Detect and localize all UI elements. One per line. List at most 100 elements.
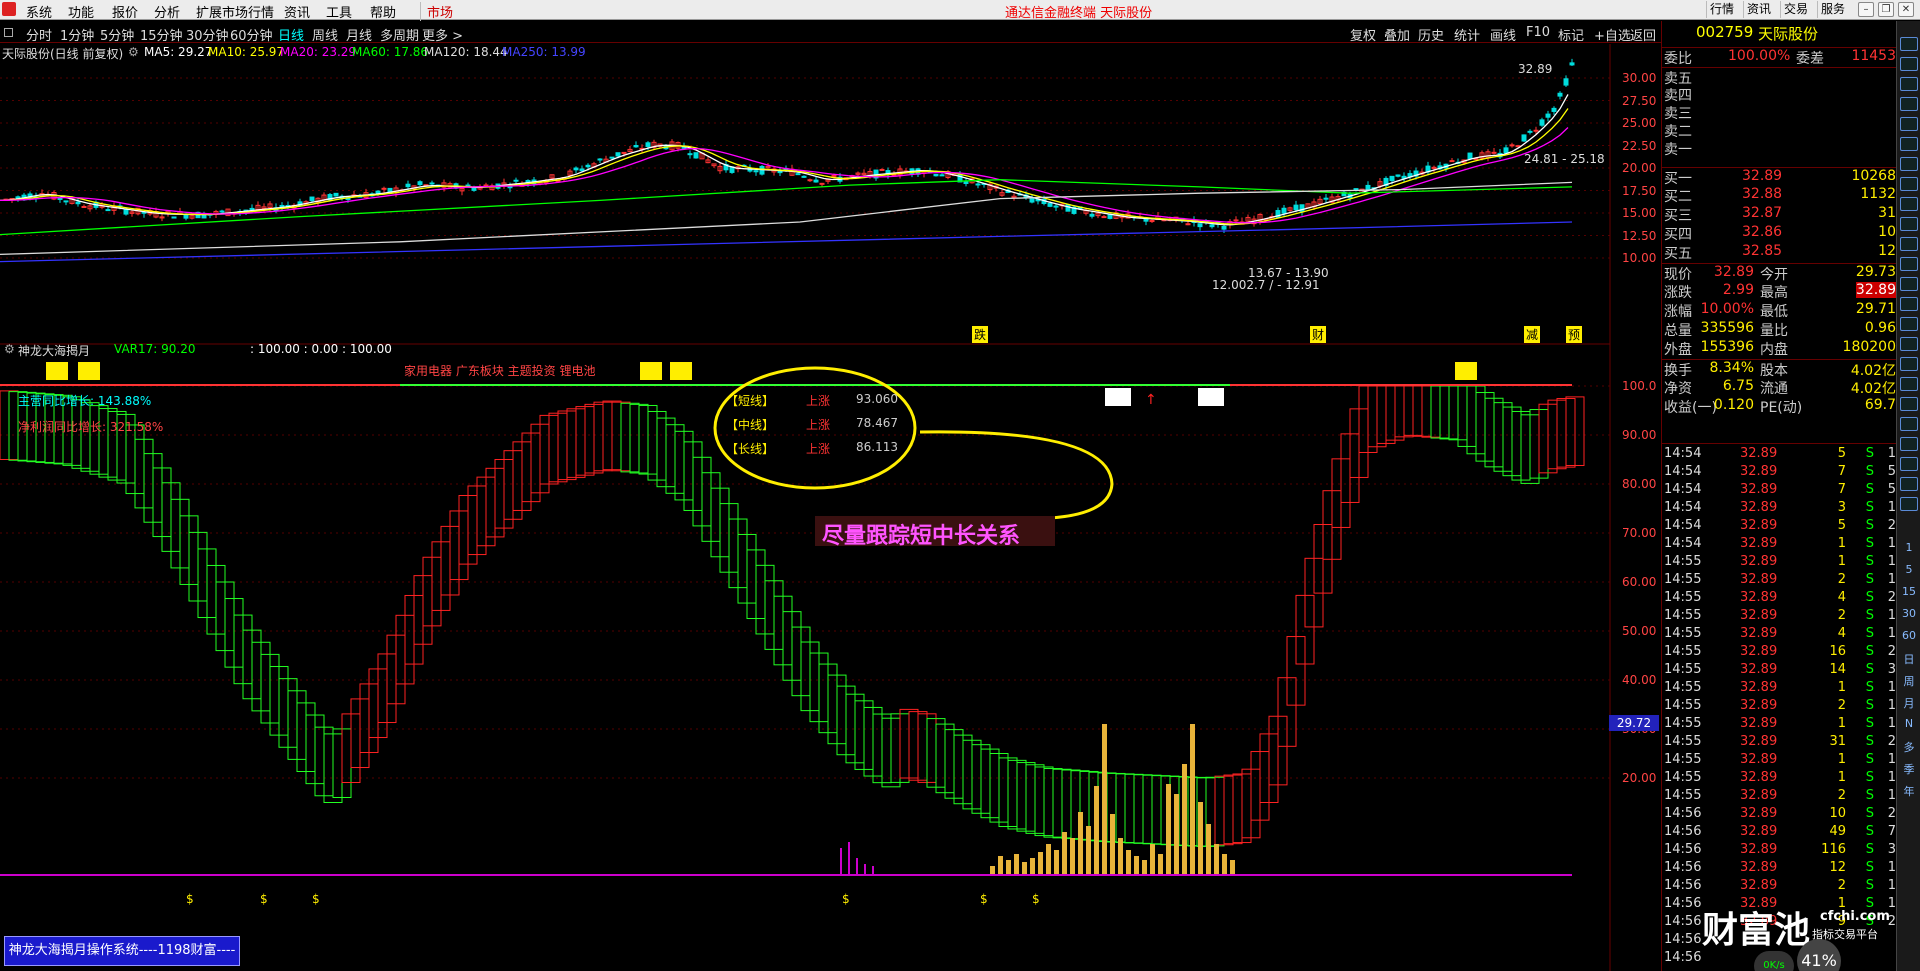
period-30min[interactable]: 30分钟 [186,25,229,44]
volume-bar [1062,832,1067,874]
minimize-icon[interactable]: – [1858,2,1874,17]
period-monthly[interactable]: 月线 [346,25,372,44]
period-timeshare[interactable]: 分时 [26,25,52,44]
chart-icon[interactable] [1900,77,1918,91]
rsi-icon[interactable] [1900,397,1918,411]
search-icon[interactable] [1900,217,1918,231]
app-title: 通达信金融终端 天际股份 [1005,6,1153,21]
tool-back[interactable]: 返回 [1630,25,1656,44]
candle-body [831,174,837,177]
sidebar-period[interactable]: 30 [1900,607,1918,620]
list-icon[interactable] [1900,117,1918,131]
service-button[interactable]: 服务 [1817,1,1848,18]
indicator-y-tick: 80.00 [1622,477,1657,491]
period-more[interactable]: 更多 > [422,25,463,44]
period-60min[interactable]: 60分钟 [230,25,273,44]
tick-side: S [1865,752,1874,767]
market-tab[interactable]: 市场 [420,2,453,21]
sidebar-period[interactable]: 多 [1900,739,1918,755]
ma120-label: MA120: 18.44 [424,45,508,59]
event-marker[interactable]: 财 [1310,326,1327,343]
tool-history[interactable]: 历史 [1418,25,1444,44]
menu-help[interactable]: 帮助 [370,2,396,21]
sidebar-period[interactable]: 年 [1900,783,1918,799]
tick-side: S [1865,518,1874,533]
sidebar-period[interactable]: 日 [1900,651,1918,667]
buy-volume: 31 [1878,205,1896,221]
sidebar-period[interactable]: 周 [1900,673,1918,689]
event-marker[interactable]: 跌 [972,326,989,343]
vol-icon[interactable] [1900,337,1918,351]
menu-system[interactable]: 系统 [26,2,52,21]
sidebar-period[interactable]: 60 [1900,629,1918,642]
kdj-icon[interactable] [1900,377,1918,391]
tick-volume: 10 [1829,806,1846,821]
boll-icon[interactable] [1900,417,1918,431]
tool-add-favorite[interactable]: +自选 [1594,25,1631,44]
period-multi[interactable]: 多周期 [380,25,419,44]
menu-tools[interactable]: 工具 [326,2,352,21]
event-marker[interactable]: 预 [1566,326,1583,343]
system-banner-button[interactable]: 神龙大海揭月操作系统----1198财富---- [4,936,240,966]
settings-icon[interactable]: ⚙ [128,45,139,59]
menu-info[interactable]: 资讯 [284,2,310,21]
sidebar-period[interactable]: 月 [1900,695,1918,711]
period-daily[interactable]: 日线 [278,25,304,44]
fs-icon[interactable] [1900,477,1918,491]
candle-body [381,187,387,190]
sidebar-period[interactable]: N [1900,717,1918,730]
expand-icon[interactable] [4,28,13,37]
tool-draw[interactable]: 画线 [1490,25,1516,44]
sidebar-period[interactable]: 15 [1900,585,1918,598]
refresh-icon[interactable] [1900,197,1918,211]
buy-price: 32.86 [1742,224,1783,240]
wr-icon[interactable] [1900,437,1918,451]
tool-fuquan[interactable]: 复权 [1350,25,1376,44]
tick-list[interactable]: 14:54 32.89 5 S 1 14:54 32.89 7 S 5 14:54 32.89 7 S 5 1… [1662,443,1902,965]
period-1min[interactable]: 1分钟 [60,25,94,44]
f10-icon[interactable] [1900,297,1918,311]
layout-icon[interactable] [1900,277,1918,291]
trade-button[interactable]: 交易 [1780,1,1811,18]
stat-value: 180200 [1842,339,1896,355]
zoom-icon[interactable] [1900,237,1918,251]
menu-extended-market[interactable]: 扩展市场行情 [196,2,274,21]
menu-analysis[interactable]: 分析 [154,2,180,21]
period-5min[interactable]: 5分钟 [100,25,134,44]
tool-stats[interactable]: 统计 [1454,25,1480,44]
tool-icon[interactable] [1900,257,1918,271]
close-icon[interactable]: ✕ [1898,2,1914,17]
setting-icon[interactable] [1900,497,1918,511]
restore-icon[interactable]: ❐ [1878,2,1894,17]
quote-button[interactable]: 行情 [1706,1,1737,18]
bar-chart-icon[interactable] [1900,177,1918,191]
up-arrow-icon[interactable] [1900,37,1918,51]
tick-time: 14:54 [1664,518,1702,533]
stat-label: 最低 [1760,304,1788,320]
period-15min[interactable]: 15分钟 [140,25,183,44]
grid-icon[interactable] [1900,137,1918,151]
down-arrow-icon[interactable] [1900,57,1918,71]
sidebar-period[interactable]: 5 [1900,563,1918,576]
period-weekly[interactable]: 周线 [312,25,338,44]
sidebar-period[interactable]: 1 [1900,541,1918,554]
chart-canvas[interactable]: ↑ [0,44,1661,971]
macd-icon[interactable] [1900,357,1918,371]
stat-label: 换手 [1664,363,1692,379]
info-button[interactable]: 资讯 [1743,1,1774,18]
tool-mark[interactable]: 标记 [1558,25,1584,44]
tool-f10[interactable]: F10 [1526,25,1550,40]
line-chart-icon[interactable] [1900,157,1918,171]
price-y-tick: 25.00 [1622,116,1657,130]
event-marker[interactable]: 减 [1524,326,1541,343]
tool-overlay[interactable]: 叠加 [1384,25,1410,44]
info-icon[interactable] [1900,317,1918,331]
chart-area[interactable]: ↑ 天际股份(日线 前复权) ⚙ MA5: 29.27 MA10: 25.97 … [0,44,1661,971]
menu-quote[interactable]: 报价 [112,2,138,21]
table-icon[interactable] [1900,97,1918,111]
buy-row: 买三 32.87 31 [1662,205,1902,224]
sidebar-period[interactable]: 季 [1900,761,1918,777]
dma-icon[interactable] [1900,457,1918,471]
indicator-settings-icon[interactable]: ⚙ [4,342,15,356]
menu-function[interactable]: 功能 [68,2,94,21]
